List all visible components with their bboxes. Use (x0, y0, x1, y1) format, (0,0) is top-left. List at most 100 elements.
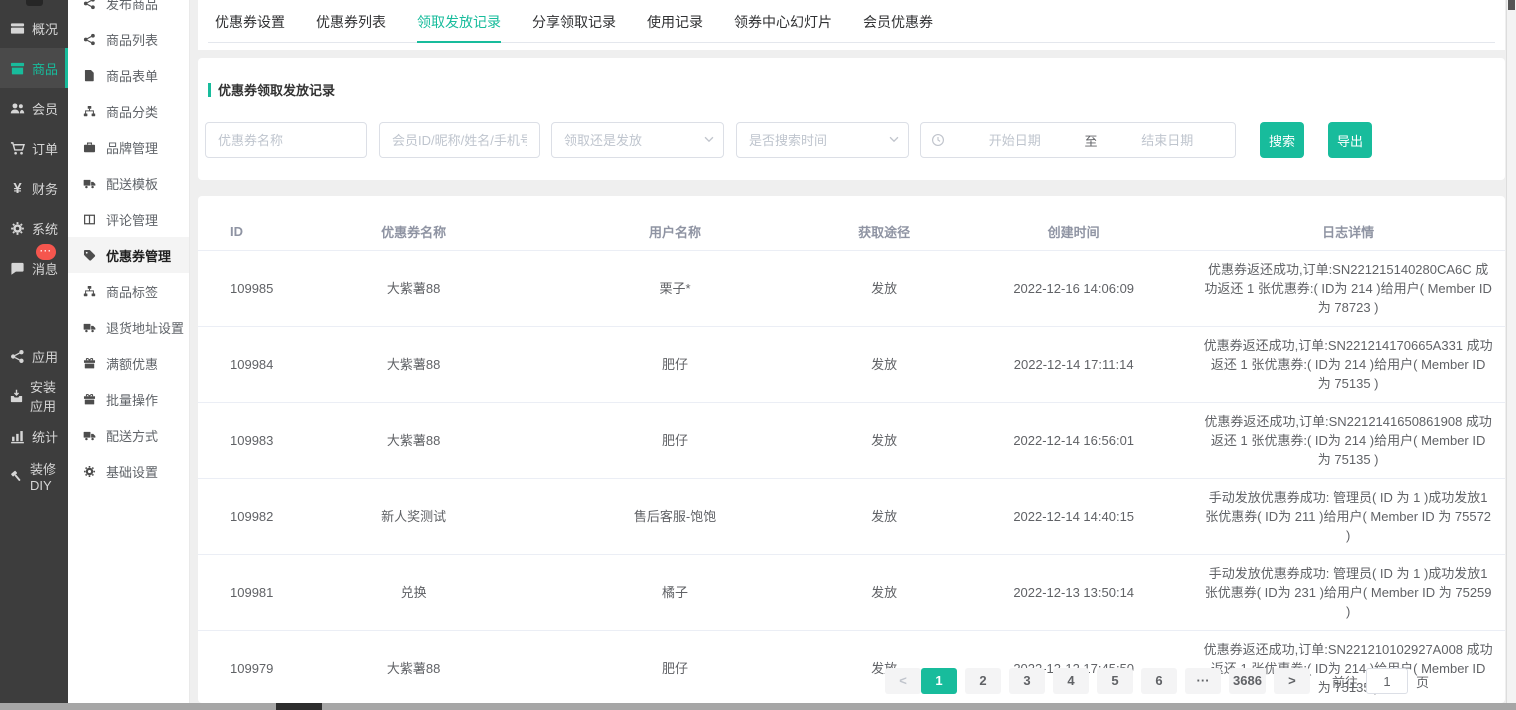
overview-icon (9, 21, 26, 36)
horizontal-scrollbar[interactable] (0, 703, 1516, 710)
table-row: 109985大紫薯88栗子*发放2022-12-16 14:06:09优惠券返还… (198, 251, 1505, 327)
tab-member-coupons[interactable]: 会员优惠券 (863, 12, 933, 42)
sidebar-item-orders[interactable]: 订单 (0, 128, 68, 168)
goto-page-input[interactable] (1366, 668, 1408, 694)
pagination-page-3[interactable]: 3 (1009, 668, 1045, 694)
sidebar-item-stats[interactable]: 统计 (0, 416, 68, 456)
tab-coupon-list[interactable]: 优惠券列表 (316, 12, 386, 42)
menu-item-publish-goods[interactable]: 发布商品 (68, 0, 189, 21)
cell-channel: 发放 (812, 431, 956, 450)
sidebar-item-messages[interactable]: 消息··· (0, 248, 68, 288)
sidebar-item-goods[interactable]: 商品 (0, 48, 68, 88)
menu-item-goods-category[interactable]: 商品分类 (68, 93, 189, 129)
menu-item-coupon-manage[interactable]: 优惠券管理 (68, 237, 189, 273)
sidebar-item-finance[interactable]: ¥财务 (0, 168, 68, 208)
member-search-input[interactable] (379, 122, 540, 158)
column-header-4: 创建时间 (956, 222, 1191, 241)
primary-sidebar-items: 概况商品会员订单¥财务系统消息··· 应用安装应用统计装修DIY (0, 0, 68, 496)
menu-item-return-address[interactable]: 退货地址设置 (68, 309, 189, 345)
vertical-scrollbar[interactable] (1506, 0, 1516, 703)
time-toggle-select[interactable] (736, 122, 909, 158)
sidebar-item-apps[interactable]: 应用 (0, 336, 68, 376)
pagination-page-6[interactable]: 6 (1141, 668, 1177, 694)
pagination-prev-button[interactable]: < (885, 668, 921, 694)
horizontal-scrollbar-thumb[interactable] (276, 703, 322, 710)
records-card: ID优惠券名称用户名称获取途径创建时间日志详情 109985大紫薯88栗子*发放… (198, 196, 1505, 703)
pagination-ellipsis[interactable]: ··· (1185, 668, 1221, 694)
cell-log: 手动发放优惠券成功: 管理员( ID 为 1 )成功发放1张优惠券( ID为 2… (1191, 488, 1505, 545)
cell-user: 橘子 (538, 583, 812, 602)
pagination-page-2[interactable]: 2 (965, 668, 1001, 694)
tab-usage-records[interactable]: 使用记录 (647, 12, 703, 42)
pagination-page-4[interactable]: 4 (1053, 668, 1089, 694)
sidebar-item-install-apps[interactable]: 安装应用 (0, 376, 68, 416)
pagination-page-3686[interactable]: 3686 (1229, 668, 1266, 694)
menu-item-basic-settings[interactable]: 基础设置 (68, 453, 189, 489)
tab-share-receive-records[interactable]: 分享领取记录 (532, 12, 616, 42)
truck-icon (83, 321, 98, 334)
pagination-page-1[interactable]: 1 (921, 668, 957, 694)
menu-item-brand-manage[interactable]: 品牌管理 (68, 129, 189, 165)
apps-icon (9, 349, 26, 364)
filter-row: 至 搜索 导出 (205, 122, 1505, 158)
cell-id: 109984 (198, 355, 289, 374)
sidebar-item-diy[interactable]: 装修DIY (0, 456, 68, 496)
table-row: 109982新人奖测试售后客服-饱饱发放2022-12-14 14:40:15手… (198, 479, 1505, 555)
menu-item-full-discount[interactable]: 满额优惠 (68, 345, 189, 381)
coupon-name-input[interactable] (205, 122, 367, 158)
vertical-scrollbar-thumb[interactable] (1508, 0, 1515, 10)
start-date-input[interactable] (947, 133, 1083, 148)
filter-card: 优惠券领取发放记录 至 搜索 (198, 58, 1505, 180)
cell-coupon: 大紫薯88 (289, 355, 537, 374)
menu-item-shipping-method[interactable]: 配送方式 (68, 417, 189, 453)
menu-item-batch-operation[interactable]: 批量操作 (68, 381, 189, 417)
search-button[interactable]: 搜索 (1260, 122, 1304, 158)
logo (26, 0, 43, 6)
menu-item-shipping-template[interactable]: 配送模板 (68, 165, 189, 201)
column-header-1: 优惠券名称 (289, 222, 537, 241)
cell-user: 肥仔 (538, 659, 812, 678)
messages-icon (9, 261, 26, 276)
cell-created: 2022-12-16 14:06:09 (956, 279, 1191, 298)
column-header-2: 用户名称 (538, 222, 812, 241)
menu-item-goods-list[interactable]: 商品列表 (68, 21, 189, 57)
column-header-3: 获取途径 (812, 222, 956, 241)
cell-created: 2022-12-13 13:50:14 (956, 583, 1191, 602)
menu-item-comment-manage[interactable]: 评论管理 (68, 201, 189, 237)
stats-icon (9, 429, 26, 444)
tab-coupon-settings[interactable]: 优惠券设置 (215, 12, 285, 42)
clock-icon (931, 133, 945, 147)
date-range-picker[interactable]: 至 (920, 122, 1236, 158)
chevron-down-icon (887, 132, 901, 146)
cell-coupon: 大紫薯88 (289, 279, 537, 298)
install-apps-icon (9, 389, 24, 404)
truck-icon (83, 177, 98, 190)
cell-coupon: 大紫薯88 (289, 659, 537, 678)
sidebar-item-system[interactable]: 系统 (0, 208, 68, 248)
gear-icon (83, 465, 98, 478)
cell-id: 109982 (198, 507, 289, 526)
time-toggle-select-input[interactable] (736, 122, 909, 158)
members-icon (9, 101, 26, 116)
tab-coupon-center-slides[interactable]: 领券中心幻灯片 (734, 12, 832, 42)
sidebar-item-members[interactable]: 会员 (0, 88, 68, 128)
column-header-0: ID (198, 224, 289, 239)
sidebar-item-overview[interactable]: 概况 (0, 8, 68, 48)
channel-select[interactable] (551, 122, 724, 158)
admin-app: 概况商品会员订单¥财务系统消息··· 应用安装应用统计装修DIY 发布商品商品列表… (0, 0, 1516, 710)
table-row: 109983大紫薯88肥仔发放2022-12-14 16:56:01优惠券返还成… (198, 403, 1505, 479)
pagination-next-button[interactable]: > (1274, 668, 1310, 694)
main-content: 优惠券设置 优惠券列表 领取发放记录 分享领取记录 使用记录 领券中心幻灯片 会员优惠券 优… (190, 0, 1516, 703)
cell-coupon: 新人奖测试 (289, 507, 537, 526)
menu-item-goods-form[interactable]: 商品表单 (68, 57, 189, 93)
table-body: 109985大紫薯88栗子*发放2022-12-16 14:06:09优惠券返还… (198, 251, 1505, 707)
menu-item-goods-tag[interactable]: 商品标签 (68, 273, 189, 309)
pagination-page-5[interactable]: 5 (1097, 668, 1133, 694)
cell-channel: 发放 (812, 507, 956, 526)
channel-select-input[interactable] (551, 122, 724, 158)
export-button[interactable]: 导出 (1328, 122, 1372, 158)
briefcase-icon (83, 141, 98, 154)
cell-channel: 发放 (812, 355, 956, 374)
end-date-input[interactable] (1100, 133, 1236, 148)
tab-receive-grant-records[interactable]: 领取发放记录 (417, 12, 501, 43)
